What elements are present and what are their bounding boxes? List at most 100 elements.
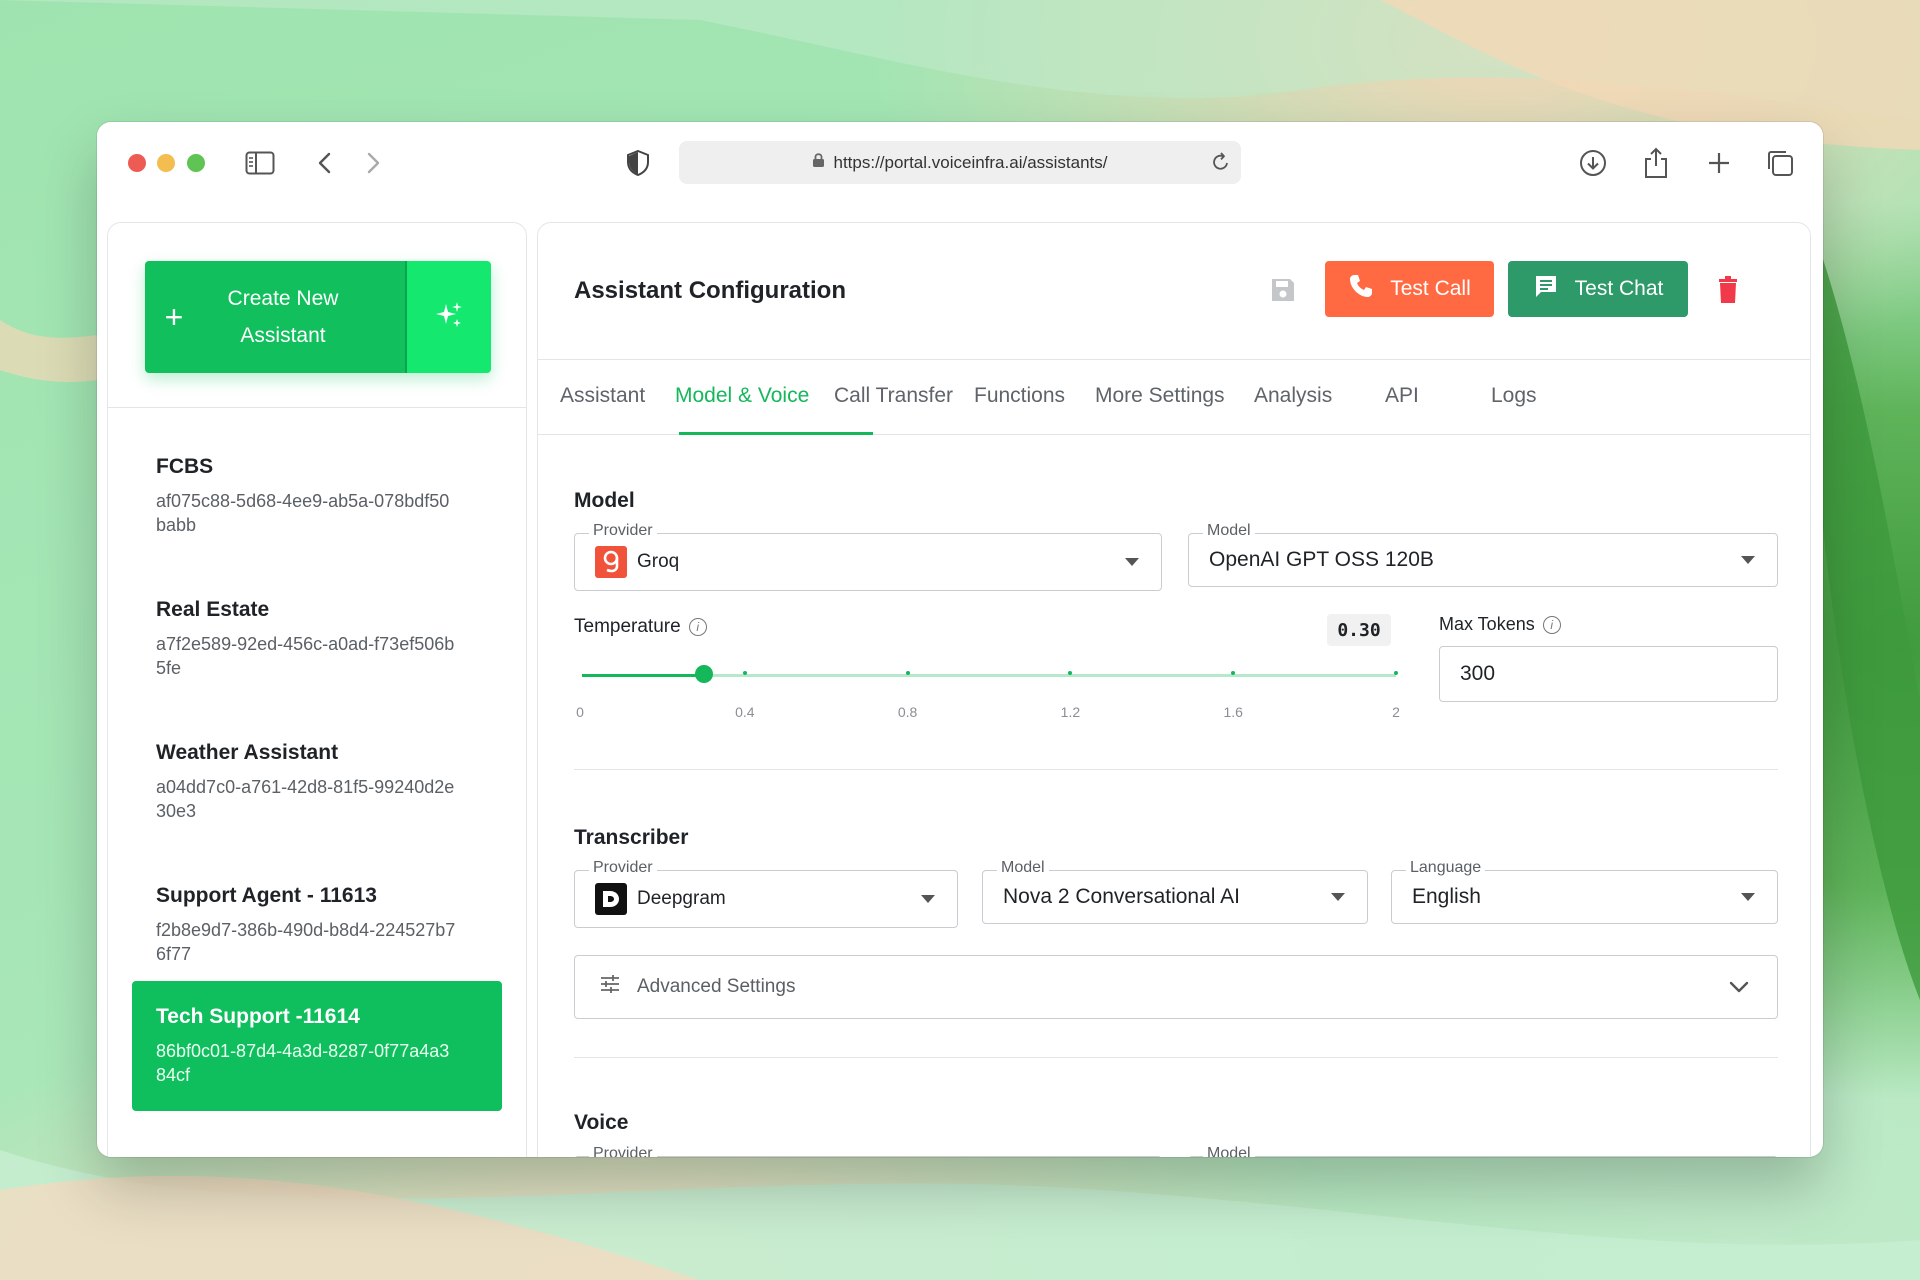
transcriber-provider-select[interactable]: Provider Deepgram bbox=[574, 859, 958, 928]
assistant-config-panel: Assistant Configuration Test Call Test C… bbox=[537, 222, 1811, 1157]
tab-api[interactable]: API bbox=[1385, 384, 1419, 408]
slider-tick-label: 2 bbox=[1392, 704, 1400, 720]
assistant-name: Real Estate bbox=[156, 598, 270, 621]
advanced-settings-label: Advanced Settings bbox=[637, 976, 796, 997]
groq-logo-icon bbox=[595, 546, 627, 578]
temperature-label: Temperature bbox=[574, 616, 681, 637]
model-select[interactable]: Model OpenAI GPT OSS 120B bbox=[1188, 522, 1778, 587]
assistant-id: a7f2e589-92ed-456c-a0ad-f73ef506b5fe bbox=[156, 634, 455, 678]
create-button-label: Create New Assistant bbox=[203, 280, 363, 354]
tab-call-transfer[interactable]: Call Transfer bbox=[834, 384, 953, 408]
field-label: Provider bbox=[589, 1145, 657, 1157]
slider-mark bbox=[905, 671, 910, 675]
field-value: Deepgram bbox=[637, 888, 726, 909]
chat-icon bbox=[1533, 273, 1559, 305]
create-assistant-button-group: + Create New Assistant bbox=[145, 261, 491, 373]
tab-model-voice[interactable]: Model & Voice bbox=[675, 384, 809, 408]
assistant-list: FCBS af075c88-5d68-4ee9-ab5a-078bdf50bab… bbox=[108, 409, 526, 1111]
assistant-list-item[interactable]: Support Agent - 11613 f2b8e9d7-386b-490d… bbox=[108, 838, 526, 981]
privacy-shield-icon[interactable] bbox=[621, 146, 655, 180]
maximize-window-button[interactable] bbox=[187, 154, 205, 172]
model-provider-select[interactable]: Provider Groq bbox=[574, 522, 1162, 591]
assistant-id: a04dd7c0-a761-42d8-81f5-99240d2e30e3 bbox=[156, 777, 455, 821]
minimize-window-button[interactable] bbox=[157, 154, 175, 172]
page-title: Assistant Configuration bbox=[574, 277, 847, 304]
assistant-list-item[interactable]: FCBS af075c88-5d68-4ee9-ab5a-078bdf50bab… bbox=[108, 409, 526, 552]
sidebar-toggle-icon[interactable] bbox=[243, 146, 277, 180]
test-chat-label: Test Chat bbox=[1574, 277, 1664, 300]
share-icon[interactable] bbox=[1639, 146, 1673, 180]
temperature-value: 0.30 bbox=[1327, 614, 1391, 646]
phone-icon bbox=[1348, 273, 1374, 305]
voice-section-title: Voice bbox=[574, 1111, 629, 1134]
save-icon[interactable] bbox=[1266, 273, 1300, 307]
create-button-label-line1: Create New bbox=[227, 287, 339, 310]
max-tokens-input[interactable]: 300 bbox=[1439, 646, 1778, 702]
slider-tick-label: 0.4 bbox=[735, 704, 755, 720]
transcriber-language-select[interactable]: Language English bbox=[1391, 859, 1778, 924]
dropdown-caret-icon bbox=[1331, 893, 1345, 901]
slider-tick-label: 1.2 bbox=[1060, 704, 1081, 720]
tab-logs[interactable]: Logs bbox=[1491, 384, 1537, 408]
active-tab-indicator bbox=[679, 432, 873, 435]
create-new-assistant-button[interactable]: + Create New Assistant bbox=[145, 261, 405, 373]
tab-analysis[interactable]: Analysis bbox=[1254, 384, 1332, 408]
slider-mark bbox=[742, 671, 747, 675]
info-icon[interactable]: i bbox=[1542, 615, 1561, 634]
test-chat-button[interactable]: Test Chat bbox=[1508, 261, 1688, 317]
max-tokens-label: Max Tokens bbox=[1439, 614, 1535, 634]
config-header: Assistant Configuration Test Call Test C… bbox=[538, 223, 1810, 360]
temperature-slider-fill bbox=[582, 674, 705, 677]
voice-provider-select[interactable]: Provider bbox=[574, 1145, 1162, 1157]
field-value: Nova 2 Conversational AI bbox=[1003, 885, 1240, 908]
temperature-label-group: Temperature i bbox=[574, 616, 707, 638]
slider-tick-label: 1.6 bbox=[1223, 704, 1243, 720]
create-button-label-line2: Assistant bbox=[240, 324, 326, 347]
sidebar-header: + Create New Assistant bbox=[108, 223, 526, 408]
field-label: Model bbox=[1203, 1145, 1255, 1157]
tab-more-settings[interactable]: More Settings bbox=[1095, 384, 1225, 408]
field-value: 300 bbox=[1460, 662, 1496, 685]
assistant-name: Support Agent - 11613 bbox=[156, 884, 377, 907]
tab-functions[interactable]: Functions bbox=[974, 384, 1065, 408]
url-text: https://portal.voiceinfra.ai/assistants/ bbox=[833, 152, 1108, 172]
forward-arrow-icon[interactable] bbox=[357, 146, 391, 180]
advanced-settings-accordion[interactable]: Advanced Settings bbox=[574, 955, 1778, 1019]
assistant-list-item[interactable]: Real Estate a7f2e589-92ed-456c-a0ad-f73e… bbox=[108, 552, 526, 695]
section-divider bbox=[574, 1057, 1778, 1058]
dropdown-caret-icon bbox=[921, 895, 935, 903]
assistant-list-item-active[interactable]: Tech Support -11614 86bf0c01-87d4-4a3d-8… bbox=[132, 981, 502, 1111]
test-call-button[interactable]: Test Call bbox=[1325, 261, 1494, 317]
delete-icon[interactable] bbox=[1713, 273, 1743, 307]
sparkles-icon bbox=[434, 300, 464, 335]
temperature-slider-thumb[interactable] bbox=[695, 665, 714, 683]
field-label: Language bbox=[1406, 859, 1486, 877]
field-value: English bbox=[1412, 885, 1481, 908]
sliders-icon bbox=[599, 974, 621, 1000]
slider-tick-label: 0.8 bbox=[897, 704, 918, 720]
voice-model-select[interactable]: Model bbox=[1188, 1145, 1778, 1157]
assistant-list-item[interactable]: Weather Assistant a04dd7c0-a761-42d8-81f… bbox=[108, 695, 526, 838]
lock-icon bbox=[812, 152, 825, 173]
config-tabs: Assistant Model & Voice Call Transfer Fu… bbox=[538, 360, 1810, 435]
reload-icon[interactable] bbox=[1211, 151, 1231, 178]
url-bar[interactable]: https://portal.voiceinfra.ai/assistants/ bbox=[679, 141, 1241, 184]
download-icon[interactable] bbox=[1576, 146, 1610, 180]
max-tokens-label-group: Max Tokens i bbox=[1439, 614, 1561, 635]
close-window-button[interactable] bbox=[128, 154, 146, 172]
ai-create-button[interactable] bbox=[405, 261, 491, 373]
transcriber-model-select[interactable]: Model Nova 2 Conversational AI bbox=[982, 859, 1368, 924]
new-tab-icon[interactable] bbox=[1702, 146, 1736, 180]
field-label: Model bbox=[1203, 522, 1255, 540]
back-arrow-icon[interactable] bbox=[307, 146, 341, 180]
section-divider bbox=[574, 769, 1778, 770]
browser-window: https://portal.voiceinfra.ai/assistants/… bbox=[97, 122, 1823, 1157]
info-icon[interactable]: i bbox=[688, 618, 707, 636]
plus-icon: + bbox=[164, 298, 184, 335]
field-label: Model bbox=[997, 859, 1049, 877]
field-value: Groq bbox=[637, 551, 680, 572]
dropdown-caret-icon bbox=[1125, 558, 1139, 566]
tab-overview-icon[interactable] bbox=[1763, 146, 1797, 180]
slider-mark bbox=[1394, 671, 1398, 675]
tab-assistant[interactable]: Assistant bbox=[560, 384, 645, 408]
